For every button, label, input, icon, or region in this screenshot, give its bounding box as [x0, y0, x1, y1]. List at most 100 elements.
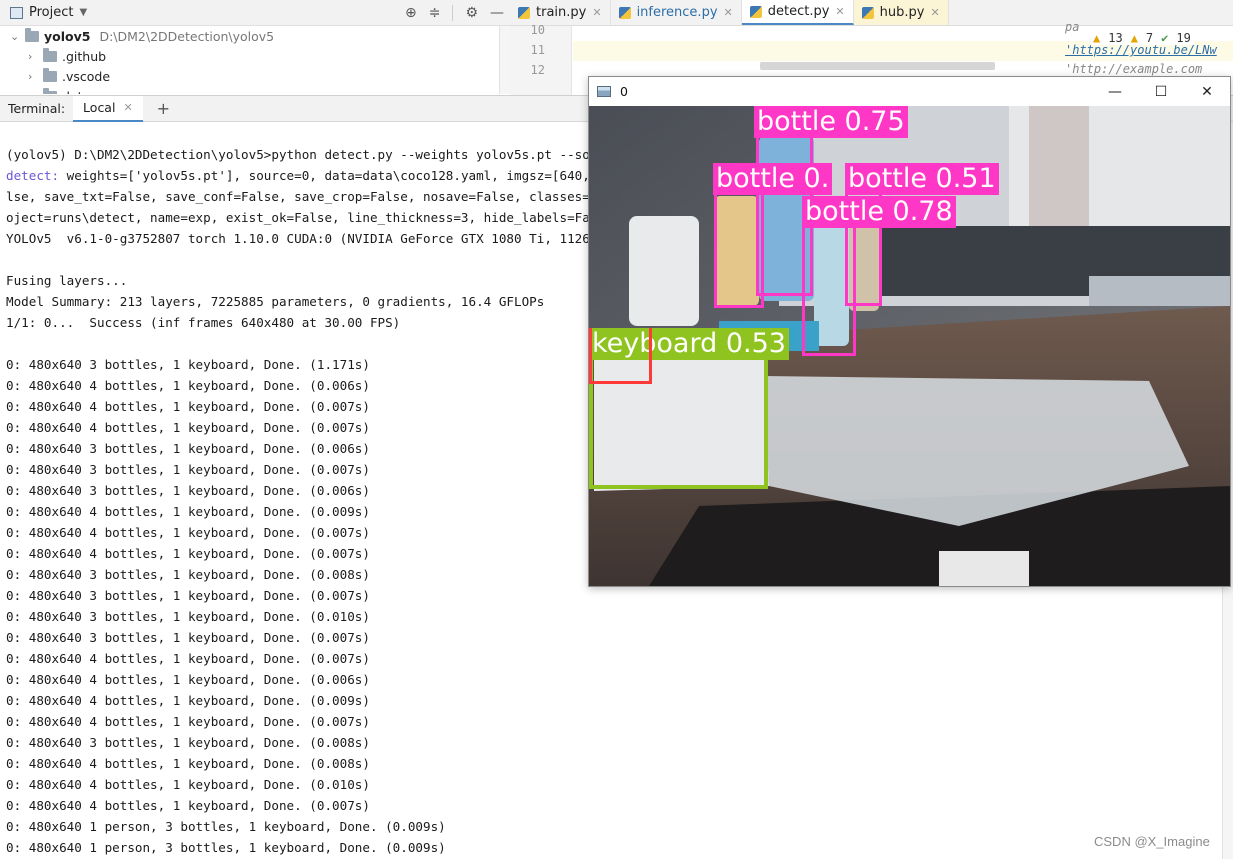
chevron-down-icon[interactable]: ⌄: [10, 30, 20, 43]
terminal-line: 0: 480x640 4 bottles, 1 keyboard, Done. …: [6, 693, 370, 708]
terminal-line: 1/1: 0... Success (inf frames 640x480 at…: [6, 315, 401, 330]
new-terminal-icon[interactable]: +: [143, 99, 170, 118]
editor-tab-bar: train.py ✕ inference.py ✕ detect.py ✕ hu…: [510, 0, 1233, 26]
tree-item[interactable]: › .github: [28, 46, 106, 66]
terminal-line: 0: 480x640 4 bottles, 1 keyboard, Done. …: [6, 714, 370, 729]
project-title: Project: [29, 5, 74, 20]
screen: Project ▼ ⊕ ≑ ⚙ — ⌄ yolov5 D:\DM2\2DDete…: [0, 0, 1233, 859]
terminal-line: 0: 480x640 3 bottles, 1 keyboard, Done. …: [6, 357, 370, 372]
chevron-right-icon[interactable]: ›: [28, 50, 38, 63]
line-number-gutter: 10 11 12: [510, 23, 572, 95]
tree-item-label: .vscode: [62, 68, 111, 84]
folder-icon: [43, 87, 57, 94]
detection-label: bottle 0.78: [802, 196, 956, 228]
terminal-label: Terminal:: [8, 101, 66, 116]
detection-label: bottle 0.51: [845, 163, 999, 195]
watermark: CSDN @X_Imagine: [1094, 834, 1210, 849]
tab-detect[interactable]: detect.py ✕: [741, 0, 854, 25]
project-icon: [10, 6, 23, 19]
terminal-line: 0: 480x640 4 bottles, 1 keyboard, Done. …: [6, 546, 370, 561]
terminal-line: 0: 480x640 3 bottles, 1 keyboard, Done. …: [6, 483, 370, 498]
tree-item[interactable]: › data: [28, 86, 90, 94]
chevron-right-icon[interactable]: ›: [28, 70, 38, 83]
detection-label: bottle 0.75: [754, 106, 908, 138]
terminal-line: 0: 480x640 1 person, 3 bottles, 1 keyboa…: [6, 840, 446, 855]
terminal-line: 0: 480x640 1 person, 3 bottles, 1 keyboa…: [6, 819, 446, 834]
terminal-line: 0: 480x640 4 bottles, 1 keyboard, Done. …: [6, 399, 370, 414]
inspection-widget[interactable]: ▲ 13 ▲ 7 ✔ 19: [1090, 31, 1194, 45]
warning-icon: ▲: [1093, 31, 1101, 45]
terminal-line: 0: 480x640 4 bottles, 1 keyboard, Done. …: [6, 378, 370, 393]
detection-window[interactable]: 0 — ☐ ✕ bottle 0.75 bottle 0. bottle 0.5…: [588, 76, 1231, 587]
terminal-line: 0: 480x640 3 bottles, 1 keyboard, Done. …: [6, 567, 370, 582]
close-button[interactable]: ✕: [1184, 77, 1230, 106]
close-icon[interactable]: ✕: [930, 6, 939, 19]
terminal-line: 0: 480x640 4 bottles, 1 keyboard, Done. …: [6, 420, 370, 435]
python-file-icon: [749, 5, 762, 18]
tab-inference[interactable]: inference.py ✕: [611, 0, 742, 25]
warning-count: 13: [1108, 31, 1123, 45]
terminal-line: 0: 480x640 4 bottles, 1 keyboard, Done. …: [6, 651, 370, 666]
minimize-panel-icon[interactable]: —: [490, 5, 504, 21]
terminal-line: YOLOv5 v6.1-0-g3752807 torch 1.10.0 CUDA…: [6, 231, 628, 246]
tab-label: detect.py: [767, 4, 830, 19]
locate-icon[interactable]: ⊕: [405, 5, 417, 21]
chevron-down-icon[interactable]: ▼: [79, 7, 87, 18]
terminal-line: Model Summary: 213 layers, 7225885 param…: [6, 294, 545, 309]
close-icon[interactable]: ✕: [835, 5, 844, 18]
tab-label: inference.py: [636, 5, 718, 20]
terminal-line: Fusing layers...: [6, 273, 128, 288]
terminal-line: 0: 480x640 3 bottles, 1 keyboard, Done. …: [6, 735, 370, 750]
bounding-box: [802, 219, 856, 356]
terminal-line: 0: 480x640 3 bottles, 1 keyboard, Done. …: [6, 588, 370, 603]
tab-hub[interactable]: hub.py ✕: [853, 0, 949, 25]
terminal-line: (yolov5) D:\DM2\2DDetection\yolov5>pytho…: [6, 147, 636, 162]
window-title: 0: [620, 84, 628, 99]
line-number: 11: [530, 43, 545, 57]
weak-warning-count: 7: [1145, 31, 1154, 45]
log-prefix: detect:: [6, 168, 67, 183]
maximize-button[interactable]: ☐: [1138, 77, 1184, 106]
tab-local[interactable]: Local ✕: [73, 95, 143, 122]
weak-warning-icon: ▲: [1130, 31, 1138, 45]
terminal-line: 0: 480x640 4 bottles, 1 keyboard, Done. …: [6, 756, 370, 771]
folder-icon: [25, 27, 39, 42]
tree-root[interactable]: ⌄ yolov5 D:\DM2\2DDetection\yolov5: [10, 26, 274, 46]
tab-train[interactable]: train.py ✕: [510, 0, 611, 25]
detection-label: bottle 0.: [713, 163, 833, 195]
horizontal-scrollbar[interactable]: [760, 62, 995, 70]
line-number: 12: [530, 63, 545, 77]
line-number: 10: [530, 23, 545, 37]
terminal-line: 0: 480x640 4 bottles, 1 keyboard, Done. …: [6, 777, 370, 792]
minimize-button[interactable]: —: [1092, 77, 1138, 106]
close-icon[interactable]: ✕: [592, 6, 601, 19]
bounding-box: [589, 328, 652, 384]
project-panel-header: Project ▼ ⊕ ≑ ⚙ —: [0, 0, 510, 26]
camera-frame: bottle 0.75 bottle 0. bottle 0.51 bottle…: [589, 106, 1230, 586]
tree-root-name: yolov5: [44, 28, 91, 44]
gear-icon[interactable]: ⚙: [465, 5, 478, 21]
window-titlebar[interactable]: 0 — ☐ ✕: [589, 77, 1230, 106]
tree-item[interactable]: › .vscode: [28, 66, 110, 86]
chevron-right-icon[interactable]: ›: [28, 90, 38, 95]
code-url[interactable]: 'https://youtu.be/LNw: [1065, 43, 1217, 57]
terminal-line: 0: 480x640 4 bottles, 1 keyboard, Done. …: [6, 672, 370, 687]
close-icon[interactable]: ✕: [724, 6, 733, 19]
project-tree: ⌄ yolov5 D:\DM2\2DDetection\yolov5 › .gi…: [0, 26, 510, 94]
python-file-icon: [618, 6, 631, 19]
tab-label: train.py: [536, 5, 587, 20]
collapse-all-icon[interactable]: ≑: [429, 5, 441, 21]
close-icon[interactable]: ✕: [123, 101, 132, 114]
check-icon: ✔: [1161, 31, 1169, 45]
ok-count: 19: [1176, 31, 1191, 45]
tree-item-label: .github: [62, 48, 107, 64]
window-icon: [597, 86, 611, 97]
tree-scrollbar[interactable]: [499, 26, 510, 94]
terminal-line: 0: 480x640 3 bottles, 1 keyboard, Done. …: [6, 609, 370, 624]
tab-label: hub.py: [879, 5, 925, 20]
code-url[interactable]: 'http://example.com: [1065, 62, 1202, 76]
folder-icon: [43, 47, 57, 62]
tree-root-path: D:\DM2\2DDetection\yolov5: [99, 28, 275, 44]
project-view-selector[interactable]: Project ▼: [0, 5, 87, 20]
terminal-line: 0: 480x640 3 bottles, 1 keyboard, Done. …: [6, 441, 370, 456]
